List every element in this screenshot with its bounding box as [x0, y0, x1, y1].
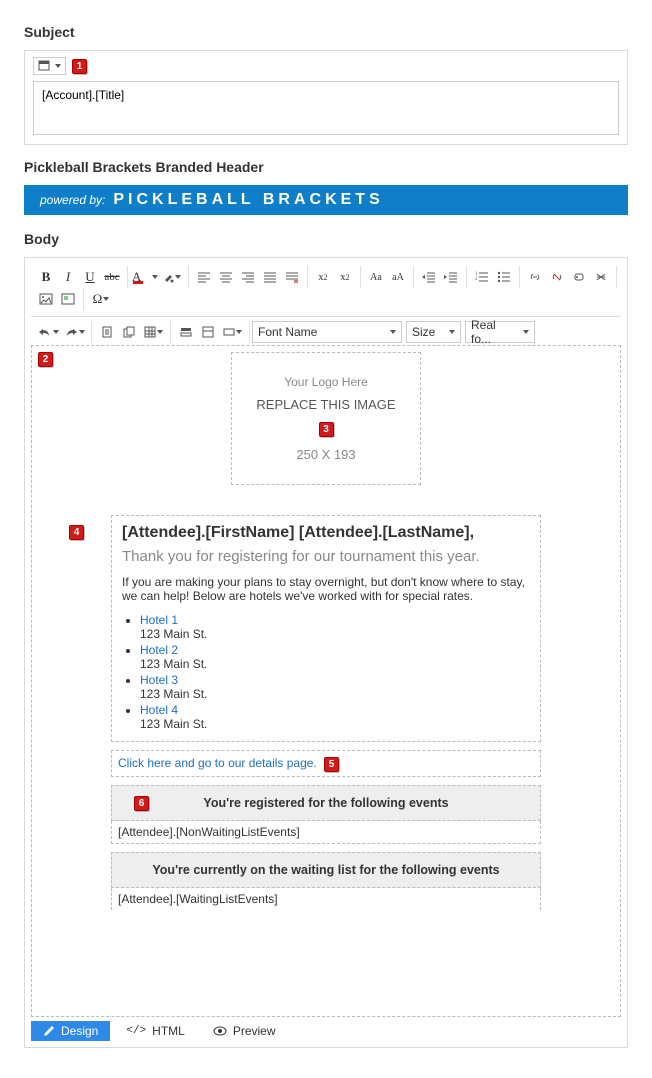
callout-marker-6: 6: [134, 796, 149, 811]
brand-wordmark: PICKLEBALL BRACKETS: [113, 191, 383, 209]
redo-button[interactable]: [61, 321, 87, 343]
hotel-link[interactable]: Hotel 3: [140, 673, 178, 687]
logo-line2: REPLACE THIS IMAGE: [242, 397, 410, 412]
powered-by-text: powered by:: [40, 193, 105, 207]
font-size-dropdown[interactable]: Size: [406, 321, 461, 343]
italic-button[interactable]: I: [57, 266, 79, 288]
copy-button[interactable]: [118, 321, 140, 343]
module-button[interactable]: [197, 321, 219, 343]
greeting-text: [Attendee].[FirstName] [Attendee].[LastN…: [122, 524, 530, 542]
align-justify-button[interactable]: [259, 266, 281, 288]
hotel-address: 123 Main St.: [140, 657, 530, 671]
align-center-button[interactable]: [215, 266, 237, 288]
image-map-button[interactable]: [57, 288, 79, 310]
list-item: Hotel 3123 Main St.: [140, 673, 530, 701]
svg-text:2: 2: [475, 277, 478, 282]
link-button[interactable]: [524, 266, 546, 288]
waiting-header[interactable]: You're currently on the waiting list for…: [111, 852, 541, 888]
forecolor-button[interactable]: A: [132, 266, 158, 288]
subject-panel: 1: [24, 50, 628, 145]
tab-design[interactable]: Design: [31, 1021, 110, 1041]
tab-html[interactable]: </> HTML: [114, 1021, 196, 1041]
logo-placeholder-box[interactable]: Your Logo Here REPLACE THIS IMAGE 3 250 …: [231, 352, 421, 485]
outdent-button[interactable]: [418, 266, 440, 288]
bold-button[interactable]: B: [35, 266, 57, 288]
body-panel: B I U abc A x2 x2 Aa aA 12: [24, 257, 628, 1048]
chevron-down-icon: [449, 330, 455, 334]
cut-button[interactable]: [96, 321, 118, 343]
branded-header-label: Pickleball Brackets Branded Header: [24, 159, 628, 175]
hotel-address: 123 Main St.: [140, 717, 530, 731]
callout-marker-2: 2: [38, 352, 53, 367]
backcolor-button[interactable]: [158, 266, 184, 288]
strike-button[interactable]: abc: [101, 266, 123, 288]
code-icon: </>: [126, 1025, 146, 1037]
hotel-address: 123 Main St.: [140, 627, 530, 641]
list-item: Hotel 2123 Main St.: [140, 643, 530, 671]
font-name-dropdown[interactable]: Font Name: [252, 321, 402, 343]
unordered-list-button[interactable]: [493, 266, 515, 288]
thankyou-text: Thank you for registering for our tourna…: [122, 548, 530, 565]
anchor-button[interactable]: [568, 266, 590, 288]
indent-button[interactable]: [440, 266, 462, 288]
registered-header[interactable]: 6 You're registered for the following ev…: [111, 785, 541, 821]
insert-token-dropdown[interactable]: [33, 57, 66, 75]
editor-toolbar-row-2: Font Name Size Real fo...: [31, 316, 621, 345]
body-label: Body: [24, 231, 628, 247]
ordered-list-button[interactable]: 12: [471, 266, 493, 288]
remove-align-button[interactable]: [281, 266, 303, 288]
logo-line3: 250 X 193: [242, 447, 410, 462]
underline-button[interactable]: U: [79, 266, 101, 288]
svg-text:1: 1: [475, 272, 478, 277]
remove-link-button[interactable]: [590, 266, 612, 288]
undo-button[interactable]: [35, 321, 61, 343]
editor-canvas[interactable]: 2 Your Logo Here REPLACE THIS IMAGE 3 25…: [31, 345, 621, 1017]
hotel-link[interactable]: Hotel 4: [140, 703, 178, 717]
callout-marker-1: 1: [72, 59, 87, 74]
greeting-block[interactable]: [Attendee].[FirstName] [Attendee].[LastN…: [111, 515, 541, 742]
image-button[interactable]: [35, 288, 57, 310]
subscript-button[interactable]: x2: [312, 266, 334, 288]
callout-marker-3: 3: [319, 422, 334, 437]
tab-preview[interactable]: Preview: [201, 1021, 288, 1041]
table-button[interactable]: [140, 321, 166, 343]
symbol-button[interactable]: Ω: [88, 288, 114, 310]
font-real-dropdown[interactable]: Real fo...: [465, 321, 535, 343]
logo-line1: Your Logo Here: [242, 375, 410, 389]
hotel-intro-text: If you are making your plans to stay ove…: [122, 575, 530, 603]
chevron-down-icon: [390, 330, 396, 334]
callout-marker-5: 5: [324, 757, 339, 772]
upper-button[interactable]: Aa: [365, 266, 387, 288]
registered-token[interactable]: [Attendee].[NonWaitingListEvents]: [111, 821, 541, 844]
chevron-down-icon: [523, 330, 529, 334]
hotel-list: Hotel 1123 Main St.Hotel 2123 Main St.Ho…: [140, 613, 530, 731]
branded-header-bar: powered by: PICKLEBALL BRACKETS: [24, 185, 628, 215]
pencil-icon: [43, 1025, 55, 1037]
box-button[interactable]: [219, 321, 245, 343]
details-link-block[interactable]: Click here and go to our details page. 5: [111, 750, 541, 777]
hotel-link[interactable]: Hotel 1: [140, 613, 178, 627]
hotel-link[interactable]: Hotel 2: [140, 643, 178, 657]
subject-label: Subject: [24, 24, 628, 40]
details-link[interactable]: Click here and go to our details page.: [118, 756, 317, 770]
waiting-token[interactable]: [Attendee].[WaitingListEvents]: [111, 888, 541, 910]
eye-icon: [213, 1026, 227, 1036]
hotel-address: 123 Main St.: [140, 687, 530, 701]
registered-events-section: 6 You're registered for the following ev…: [111, 785, 541, 844]
callout-marker-4: 4: [69, 525, 84, 540]
list-item: Hotel 1123 Main St.: [140, 613, 530, 641]
lower-button[interactable]: aA: [387, 266, 409, 288]
snippet-button[interactable]: [175, 321, 197, 343]
editor-toolbar-row-1: B I U abc A x2 x2 Aa aA 12: [31, 264, 621, 312]
align-left-button[interactable]: [193, 266, 215, 288]
list-item: Hotel 4123 Main St.: [140, 703, 530, 731]
chevron-down-icon: [55, 64, 61, 68]
waiting-events-section: You're currently on the waiting list for…: [111, 852, 541, 910]
unlink-button[interactable]: [546, 266, 568, 288]
align-right-button[interactable]: [237, 266, 259, 288]
superscript-button[interactable]: x2: [334, 266, 356, 288]
view-tabs: Design </> HTML Preview: [31, 1021, 621, 1041]
subject-input[interactable]: [33, 81, 619, 135]
